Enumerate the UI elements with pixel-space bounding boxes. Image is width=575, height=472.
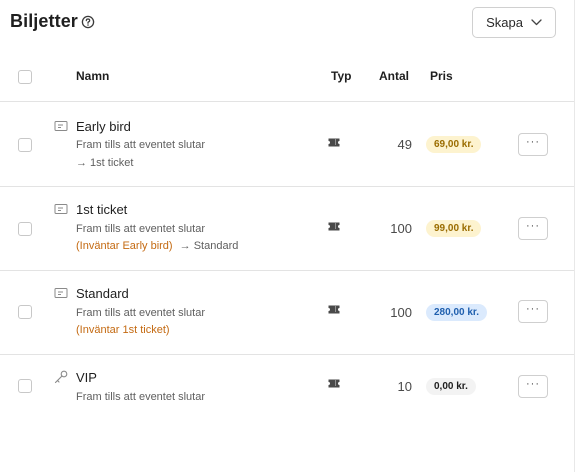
table-row[interactable]: Standard Fram tills att eventet slutar (… bbox=[0, 271, 574, 355]
price-badge: 280,00 kr. bbox=[426, 304, 488, 321]
row-actions-button[interactable]: ··· bbox=[518, 217, 548, 240]
price-badge: 99,00 kr. bbox=[426, 220, 482, 237]
next-ticket-label: → Standard bbox=[179, 240, 239, 252]
ticket-availability: Fram tills att eventet slutar bbox=[76, 307, 205, 319]
row-checkbox[interactable] bbox=[18, 138, 32, 152]
next-ticket-label: → 1st ticket bbox=[76, 157, 134, 169]
ticket-icon bbox=[328, 222, 340, 231]
ticket-name[interactable]: Early bird bbox=[76, 119, 131, 134]
ticket-outline-icon bbox=[54, 204, 68, 214]
ticket-quantity: 10 bbox=[397, 379, 412, 394]
table-row[interactable]: Early bird Fram tills att eventet slutar… bbox=[0, 103, 574, 187]
row-actions-button[interactable]: ··· bbox=[518, 375, 548, 398]
page-header: Biljetter Skapa bbox=[0, 0, 575, 46]
row-checkbox[interactable] bbox=[18, 379, 32, 393]
key-icon bbox=[54, 370, 68, 384]
ticket-name[interactable]: VIP bbox=[76, 370, 97, 385]
column-header-quantity: Antal bbox=[379, 69, 409, 83]
chevron-down-icon bbox=[531, 19, 542, 26]
help-circle-icon[interactable] bbox=[81, 15, 95, 29]
ticket-quantity: 100 bbox=[390, 305, 412, 320]
table-row[interactable]: 1st ticket Fram tills att eventet slutar… bbox=[0, 187, 574, 271]
ticket-name[interactable]: Standard bbox=[76, 286, 129, 301]
column-header-name: Namn bbox=[76, 69, 110, 83]
create-button[interactable]: Skapa bbox=[472, 7, 556, 38]
waiting-for-label: (Inväntar Early bird) bbox=[76, 240, 173, 252]
column-header-type: Typ bbox=[331, 69, 352, 83]
row-actions-button[interactable]: ··· bbox=[518, 133, 548, 156]
price-badge: 69,00 kr. bbox=[426, 136, 482, 153]
ticket-quantity: 100 bbox=[390, 221, 412, 236]
column-header-price: Pris bbox=[430, 69, 453, 83]
create-button-label: Skapa bbox=[486, 15, 523, 30]
ticket-quantity: 49 bbox=[397, 137, 412, 152]
ticket-sequence: (Inväntar 1st ticket) bbox=[76, 324, 170, 336]
ticket-icon bbox=[328, 379, 340, 388]
select-all-checkbox[interactable] bbox=[18, 70, 32, 84]
page-title: Biljetter bbox=[10, 11, 78, 31]
ticket-availability: Fram tills att eventet slutar bbox=[76, 391, 205, 403]
waiting-for-label: (Inväntar 1st ticket) bbox=[76, 324, 170, 336]
ticket-outline-icon bbox=[54, 288, 68, 298]
ticket-availability: Fram tills att eventet slutar bbox=[76, 139, 205, 151]
tickets-page: Biljetter Skapa Namn Typ Antal Pris Earl… bbox=[0, 0, 575, 472]
ticket-sequence: → 1st ticket bbox=[76, 157, 133, 169]
ticket-name[interactable]: 1st ticket bbox=[76, 202, 127, 217]
row-checkbox[interactable] bbox=[18, 222, 32, 236]
row-checkbox[interactable] bbox=[18, 305, 32, 319]
table-header: Namn Typ Antal Pris bbox=[0, 60, 574, 102]
ticket-outline-icon bbox=[54, 121, 68, 131]
ticket-icon bbox=[328, 138, 340, 147]
ticket-availability: Fram tills att eventet slutar bbox=[76, 223, 205, 235]
table-row[interactable]: VIP Fram tills att eventet slutar 10 0,0… bbox=[0, 355, 574, 421]
row-actions-button[interactable]: ··· bbox=[518, 300, 548, 323]
price-badge: 0,00 kr. bbox=[426, 378, 476, 395]
ticket-icon bbox=[328, 305, 340, 314]
ticket-sequence: (Inväntar Early bird) → Standard bbox=[76, 240, 238, 252]
